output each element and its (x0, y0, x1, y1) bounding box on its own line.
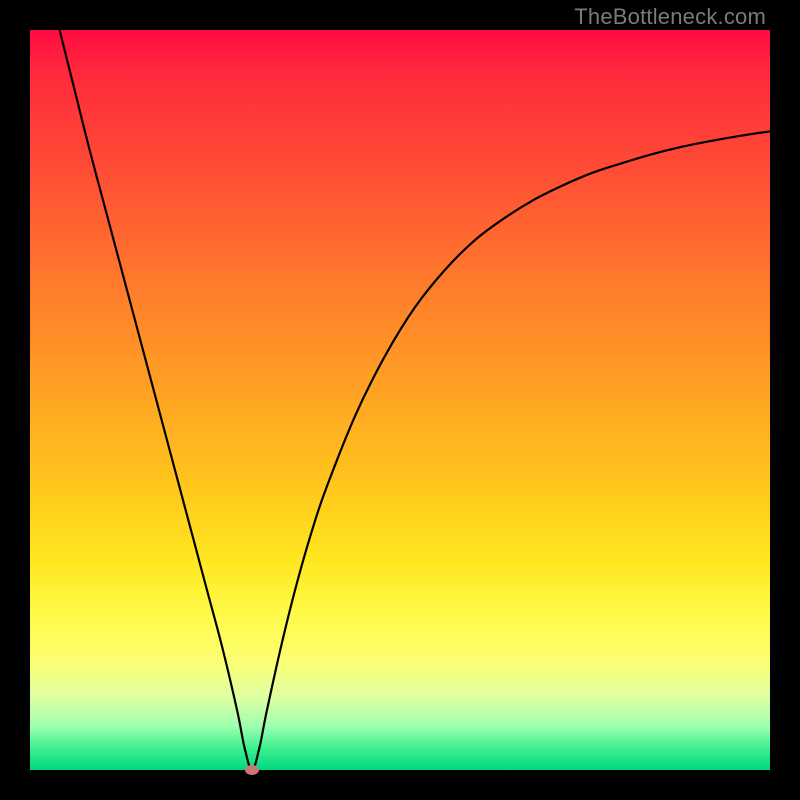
plot-area (30, 30, 770, 770)
curve-svg (30, 30, 770, 770)
watermark-text: TheBottleneck.com (574, 4, 766, 30)
optimal-point-marker (245, 765, 259, 775)
bottleneck-curve (60, 30, 770, 770)
chart-frame: TheBottleneck.com (0, 0, 800, 800)
